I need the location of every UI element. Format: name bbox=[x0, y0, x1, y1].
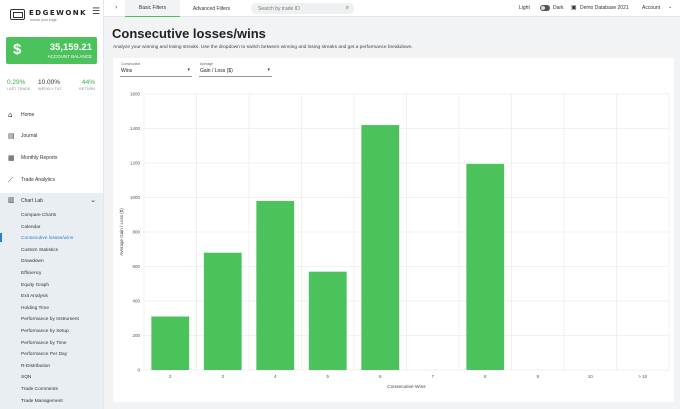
x-axis-label: Consecutive Wins bbox=[387, 384, 426, 390]
chart-line-icon: ⟋ bbox=[8, 175, 13, 184]
y-tick-label: 1200 bbox=[130, 161, 141, 166]
sidebar-subitem[interactable]: Equity Graph bbox=[21, 283, 49, 288]
stat-label: LAST TRADE bbox=[7, 87, 31, 91]
sidebar-subitem[interactable]: Exit Analysis bbox=[21, 294, 48, 299]
sidebar-subitem[interactable]: Performance Per Day bbox=[21, 352, 67, 357]
theme-toggle[interactable] bbox=[540, 5, 550, 11]
sidebar-item-chart-lab[interactable]: ▥ Chart Lab ⌄ bbox=[0, 195, 103, 207]
database-selector[interactable]: Demo Database 2021 bbox=[580, 5, 629, 11]
y-tick-label: 1400 bbox=[130, 126, 141, 131]
book-icon: ▤ bbox=[8, 132, 15, 140]
chevron-down-icon[interactable]: ⌄ bbox=[668, 4, 672, 10]
x-tick-label: 7 bbox=[431, 374, 434, 379]
bar bbox=[256, 200, 295, 370]
logo-subtitle: unlock your edge bbox=[30, 18, 57, 22]
chart-bar-icon: ▥ bbox=[8, 196, 15, 204]
sidebar-subitem[interactable]: Efficiency bbox=[21, 271, 41, 276]
calendar-icon: ▦ bbox=[8, 154, 15, 162]
sidebar-item-home[interactable]: ⌂ Home bbox=[0, 109, 103, 121]
x-tick-label: 4 bbox=[274, 374, 277, 379]
sidebar-item-journal[interactable]: ▤ Journal bbox=[0, 130, 103, 142]
x-tick-label: 3 bbox=[221, 374, 224, 379]
sidebar-subitem[interactable]: Custom Statistics bbox=[21, 248, 58, 253]
sidebar-subitem[interactable]: Trade Comments bbox=[21, 387, 58, 392]
sidebar-subitem[interactable]: Calendar bbox=[21, 225, 40, 230]
active-indicator bbox=[0, 233, 2, 243]
account-menu[interactable]: Account bbox=[642, 5, 660, 11]
sidebar-item-label: Home bbox=[21, 112, 35, 118]
stat-return: 44% RETURN bbox=[79, 79, 95, 91]
y-tick-label: 1600 bbox=[130, 92, 141, 97]
sidebar-subitem[interactable]: Consecutive losses/wins bbox=[21, 236, 73, 241]
x-tick-label: > 10 bbox=[638, 374, 647, 379]
sidebar: EDGEWONK unlock your edge ☰ $ 35,159.21 … bbox=[0, 0, 104, 409]
chevron-right-icon[interactable]: › bbox=[115, 4, 117, 11]
x-tick-label: 5 bbox=[326, 374, 329, 379]
y-tick-label: 600 bbox=[132, 264, 140, 269]
sidebar-subitem[interactable]: Performance by Instrument bbox=[21, 317, 79, 322]
logo-text: EDGEWONK bbox=[29, 9, 88, 17]
sidebar-subitem[interactable]: Performance by Setup bbox=[21, 329, 69, 334]
logo-icon bbox=[10, 9, 25, 20]
search-icon[interactable]: ⌕ bbox=[346, 4, 349, 12]
sidebar-item-label: Chart Lab bbox=[21, 198, 43, 204]
y-tick-label: 0 bbox=[137, 368, 140, 373]
search-input[interactable] bbox=[258, 5, 338, 12]
y-tick-label: 200 bbox=[132, 333, 140, 338]
sidebar-item-label: Trade Analytics bbox=[21, 177, 55, 183]
stat-label: RETURN bbox=[79, 87, 95, 91]
sidebar-item-trade-analytics[interactable]: ⟋ Trade Analytics bbox=[0, 174, 103, 186]
dollar-icon: $ bbox=[13, 41, 22, 58]
theme-dark-label: Dark bbox=[553, 5, 564, 11]
x-tick-label: 10 bbox=[588, 374, 594, 379]
y-tick-label: 400 bbox=[132, 299, 140, 304]
database-icon: ▣ bbox=[571, 4, 577, 11]
stat-value: 0.29% bbox=[7, 79, 26, 86]
bar bbox=[203, 252, 242, 370]
bar-chart: 0 200 400 600 800 1000 1200 1400 1600 2 3 4 5 6 7 8 9 10 >… bbox=[119, 92, 670, 390]
sidebar-item-label: Journal bbox=[21, 133, 38, 139]
y-axis-label: Average Gain / Loss ($) bbox=[119, 208, 124, 256]
sidebar-subitem[interactable]: R-Distribution bbox=[21, 364, 50, 369]
stat-label: WEEKLY TILT bbox=[38, 87, 62, 91]
theme-light-label: Light bbox=[519, 5, 530, 11]
sidebar-subitem[interactable]: Performance by Time bbox=[21, 341, 67, 346]
tab-advanced-filters[interactable]: Advanced Filters bbox=[184, 0, 239, 17]
page-title: Consecutive losses/wins bbox=[112, 26, 266, 41]
account-balance-label: ACCOUNT BALANCE bbox=[47, 54, 92, 59]
bar bbox=[361, 125, 400, 370]
sidebar-subitem[interactable]: Compare Charts bbox=[21, 213, 56, 218]
search-box: ⌕ bbox=[251, 3, 354, 14]
sidebar-subitem[interactable]: SQN bbox=[21, 375, 31, 380]
sidebar-item-label: Monthly Reports bbox=[21, 155, 58, 161]
logo[interactable]: EDGEWONK unlock your edge bbox=[0, 0, 103, 28]
sidebar-subitem[interactable]: Trade Management bbox=[21, 399, 63, 404]
page-description: Analyze your winning and losing streaks.… bbox=[113, 45, 413, 50]
hamburger-icon[interactable]: ☰ bbox=[92, 7, 100, 17]
chart-lab-section: ▥ Chart Lab ⌄ Compare Charts Calendar Cons… bbox=[0, 193, 103, 409]
x-tick-label: 9 bbox=[536, 374, 539, 379]
x-tick-label: 6 bbox=[379, 374, 382, 379]
home-icon: ⌂ bbox=[8, 111, 13, 119]
stat-value: 10.00% bbox=[38, 79, 61, 86]
stat-weekly-tilt: 10.00% WEEKLY TILT bbox=[38, 79, 62, 91]
stat-last-trade: 0.29% LAST TRADE bbox=[7, 79, 30, 91]
chevron-down-icon[interactable]: ⌄ bbox=[90, 196, 96, 204]
bar bbox=[308, 271, 347, 370]
bar bbox=[151, 316, 190, 370]
sidebar-item-monthly-reports[interactable]: ▦ Monthly Reports bbox=[0, 152, 103, 164]
account-balance-card: $ 35,159.21 ACCOUNT BALANCE bbox=[6, 37, 97, 64]
x-tick-label: 8 bbox=[484, 374, 487, 379]
account-balance-value: 35,159.21 bbox=[49, 42, 92, 53]
top-bar: › Basic Filters Advanced Filters ⌕ Light… bbox=[104, 0, 680, 17]
stat-value: 44% bbox=[81, 79, 95, 86]
sidebar-subitem[interactable]: Drawdown bbox=[21, 259, 44, 264]
chart-card: Consecutive Wins ▾ Average Gain / Loss (… bbox=[113, 58, 674, 402]
y-tick-label: 800 bbox=[132, 230, 140, 235]
y-tick-label: 1000 bbox=[130, 195, 141, 200]
sidebar-subitem[interactable]: Holding Time bbox=[21, 306, 49, 311]
tab-basic-filters[interactable]: Basic Filters bbox=[125, 0, 180, 17]
bar bbox=[466, 163, 505, 370]
x-tick-label: 2 bbox=[169, 374, 172, 379]
